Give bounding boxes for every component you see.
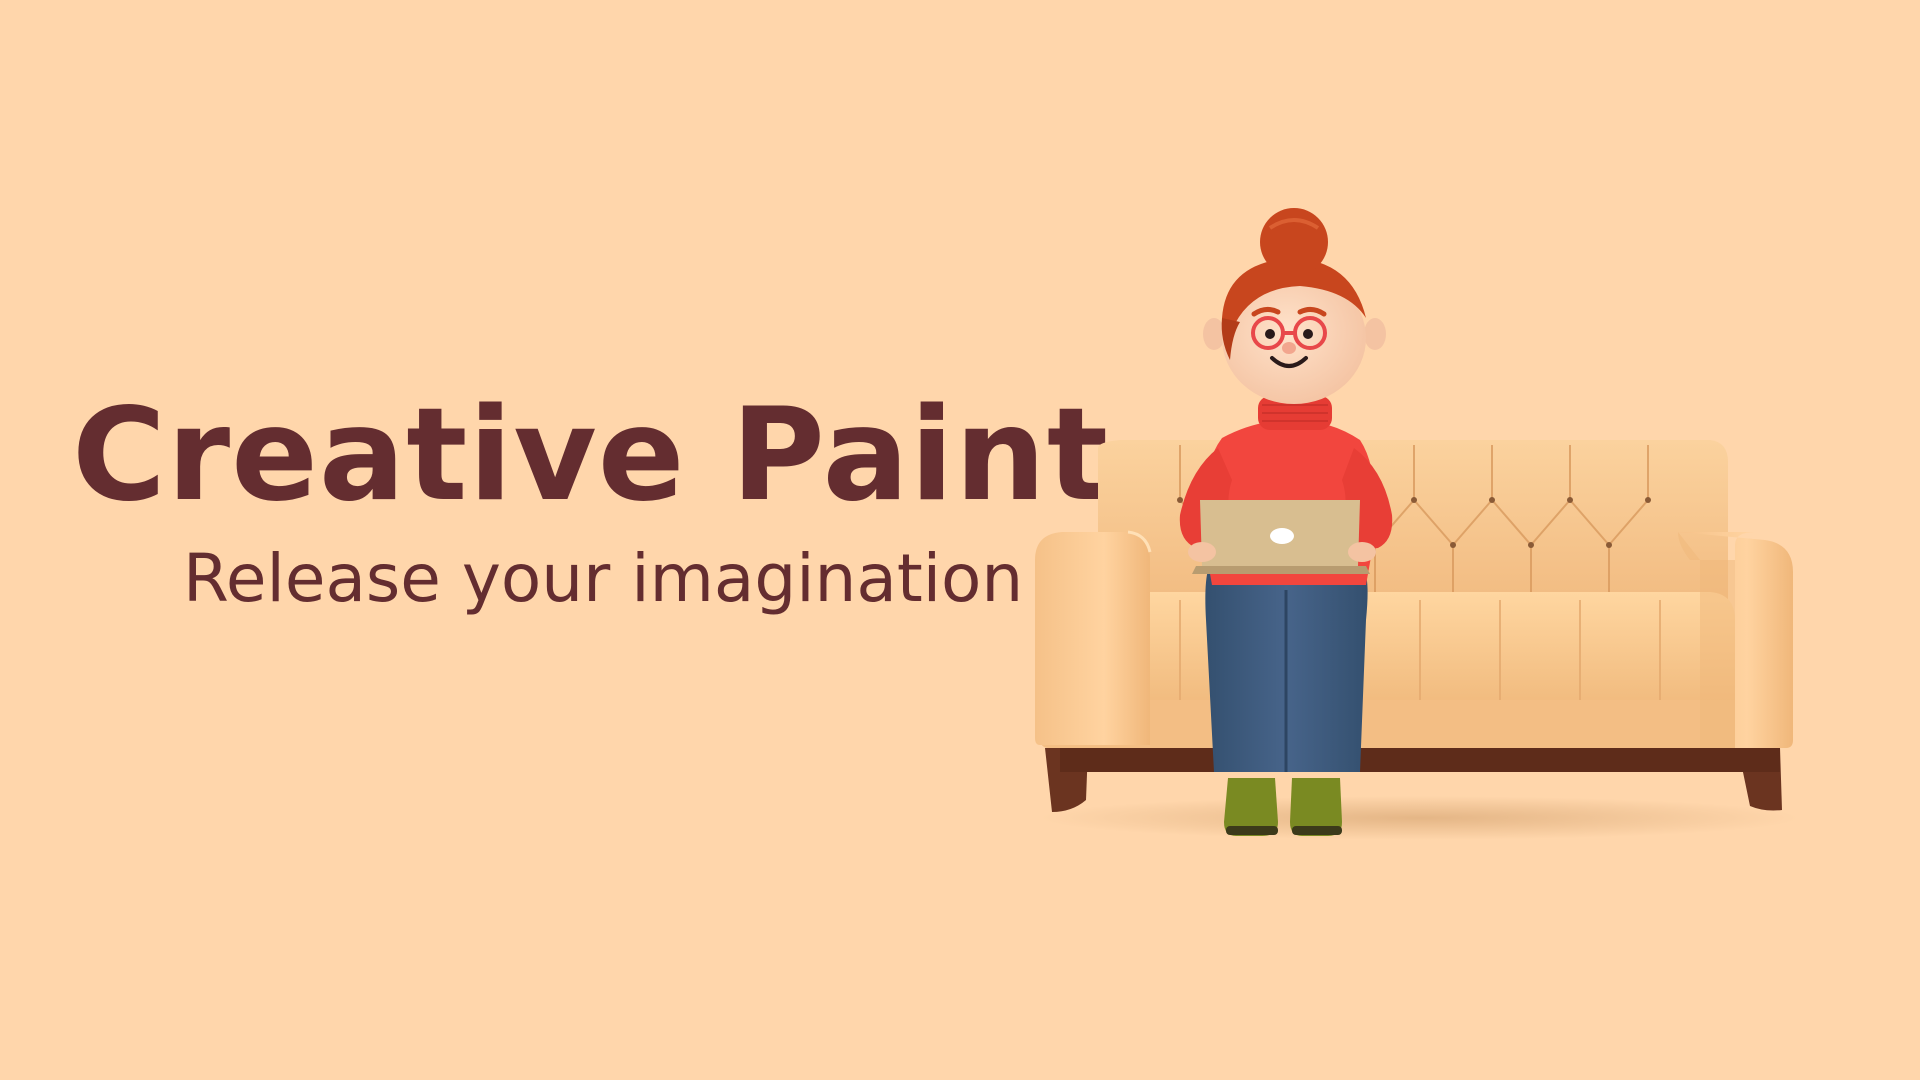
hero-illustration bbox=[1020, 205, 1820, 855]
sofa bbox=[1035, 440, 1793, 812]
banner: Creative Paint Release your imagination bbox=[0, 0, 1920, 1080]
app-title: Creative Paint bbox=[72, 381, 1110, 530]
floor-shadow bbox=[1040, 796, 1800, 840]
tagline: Release your imagination bbox=[183, 540, 1024, 617]
